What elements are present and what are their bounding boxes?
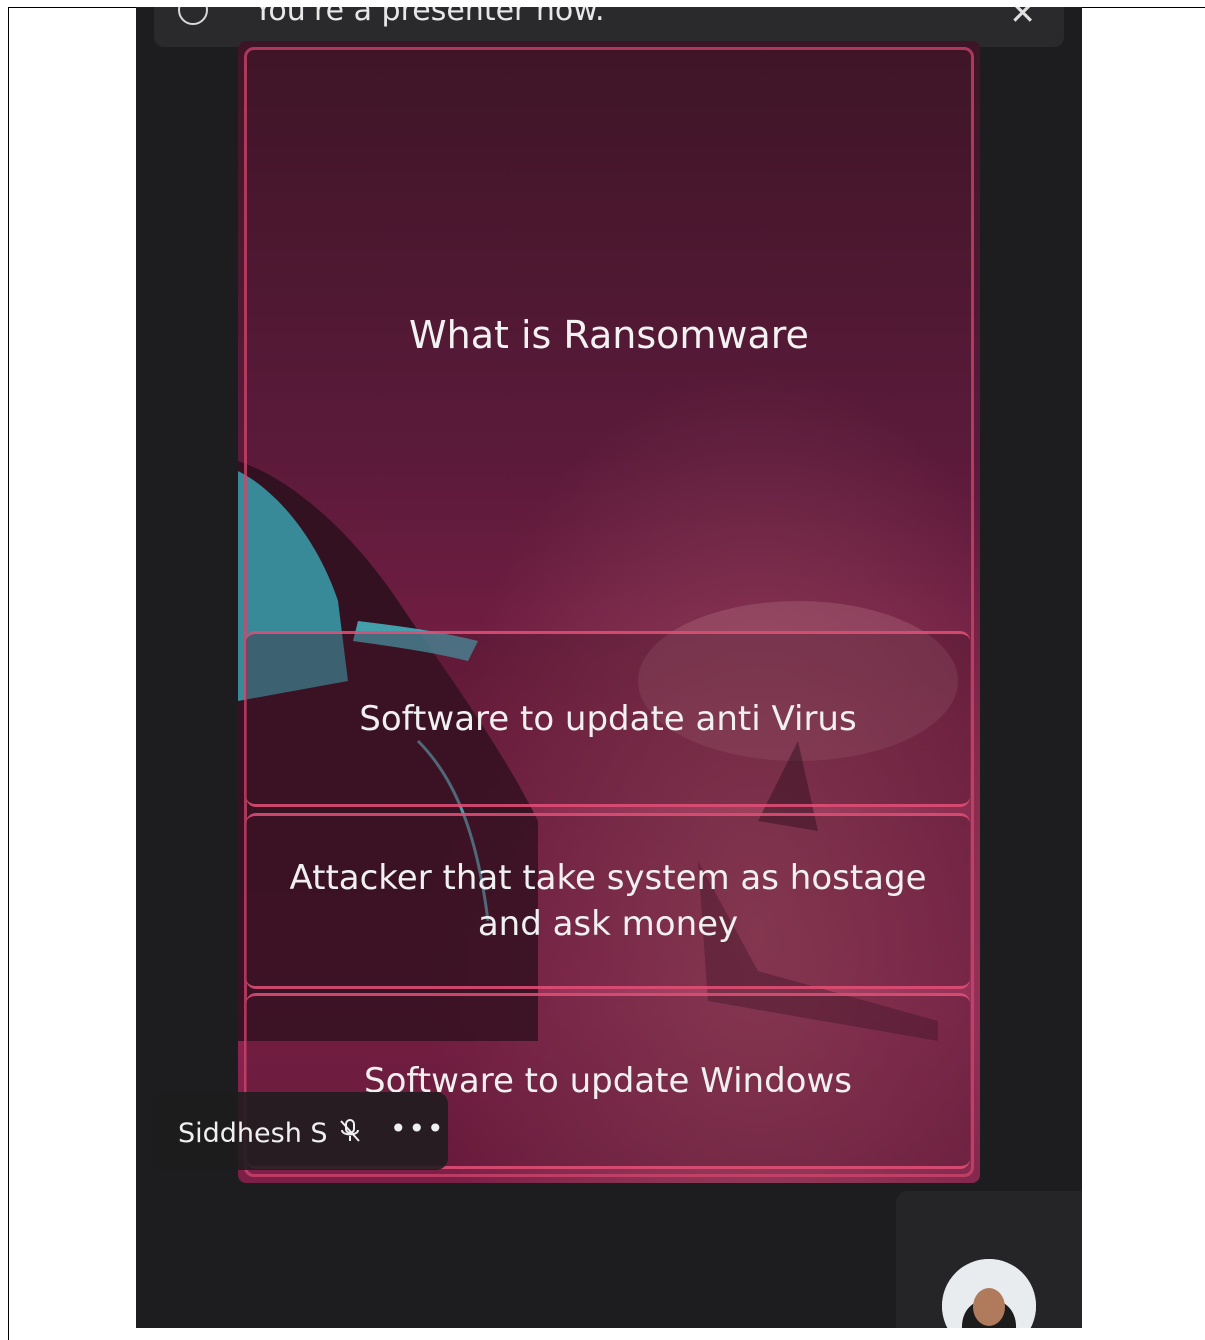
- participant-name: Siddhesh S: [178, 1118, 328, 1149]
- banner-text: You're a presenter now.: [254, 7, 605, 28]
- answer-option[interactable]: Software to update anti Virus: [246, 631, 970, 807]
- meeting-screen: You're a presenter now. ✕ What is Ransom…: [136, 7, 1082, 1328]
- self-view-tile[interactable]: [896, 1191, 1082, 1328]
- avatar: [942, 1259, 1036, 1328]
- quiz-question: What is Ransomware: [409, 313, 809, 357]
- participant-label: Siddhesh S •••: [152, 1092, 448, 1170]
- shared-screen: What is Ransomware Software to update an…: [238, 41, 980, 1183]
- mic-off-icon: [340, 1119, 360, 1142]
- presenter-icon: [178, 7, 208, 25]
- answer-option[interactable]: Attacker that take system as hostage and…: [246, 813, 970, 989]
- more-options-icon[interactable]: •••: [390, 1112, 446, 1145]
- close-icon[interactable]: ✕: [1009, 7, 1036, 29]
